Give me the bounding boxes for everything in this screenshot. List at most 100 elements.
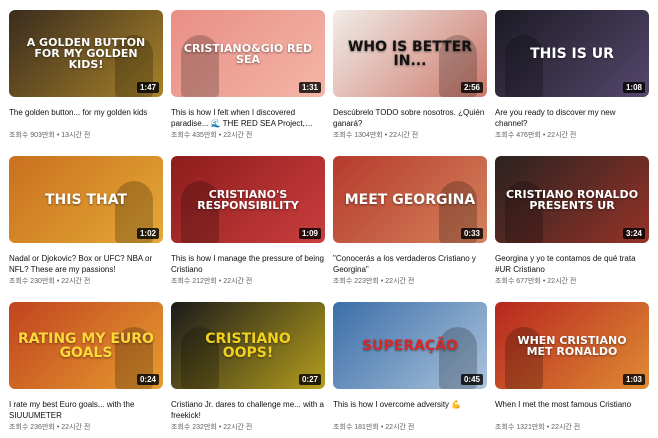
video-metadata: 조회수 677만회 • 22시간 전 [495, 277, 649, 286]
video-title[interactable]: This is how I felt when I discovered par… [171, 107, 325, 129]
duration-badge: 0:27 [298, 374, 321, 385]
video-thumbnail[interactable]: WHEN CRISTIANO MET RONALDO 1:03 [495, 302, 649, 389]
upload-age: 13시간 전 [61, 132, 91, 139]
video-metadata: 조회수 1304만회 • 22시간 전 [333, 131, 487, 140]
video-card[interactable]: CRISTIANO'S RESPONSIBILITY 1:09 This is ho… [171, 156, 325, 289]
video-metadata: 조회수 181만회 • 22시간 전 [333, 423, 487, 432]
upload-age: 22시간 전 [385, 278, 415, 285]
thumbnail-text: THIS IS UR [530, 45, 614, 62]
video-metadata: 조회수 236만회 • 22시간 전 [9, 423, 163, 432]
video-thumbnail[interactable]: A GOLDEN BUTTON FOR MY GOLDEN Kids! 1:47 [9, 10, 163, 97]
video-card[interactable]: RATING MY EURO GOALS 0:24 I rate my best E… [9, 302, 163, 435]
metadata-separator: • [218, 278, 222, 285]
video-title[interactable]: Nadal or Djokovic? Box or UFC? NBA or NF… [9, 253, 163, 275]
metadata-separator: • [542, 132, 546, 139]
view-count: 조회수 476만회 [495, 132, 541, 139]
duration-badge: 0:24 [136, 374, 159, 385]
upload-age: 22시간 전 [551, 424, 581, 431]
video-thumbnail[interactable]: RATING MY EURO GOALS 0:24 [9, 302, 163, 389]
metadata-separator: • [218, 424, 222, 431]
view-count: 조회수 223만회 [333, 278, 379, 285]
metadata-separator: • [56, 132, 60, 139]
upload-age: 22시간 전 [547, 132, 577, 139]
upload-age: 22시간 전 [385, 424, 415, 431]
video-title[interactable]: This is how I manage the pressure of bei… [171, 253, 325, 275]
duration-badge: 1:02 [136, 228, 159, 239]
video-metadata: 조회수 212만회 • 22시간 전 [171, 277, 325, 286]
upload-age: 22시간 전 [389, 132, 419, 139]
thumbnail-text: CRISTIANO'S RESPONSIBILITY [197, 187, 299, 212]
video-title[interactable]: When I met the most famous Cristiano [495, 399, 649, 421]
video-metadata: 조회수 232만회 • 22시간 전 [171, 423, 325, 432]
duration-badge: 2:56 [460, 82, 483, 93]
duration-badge: 1:09 [298, 228, 321, 239]
video-card[interactable]: CRISTIANO OOPS! 0:27 Cristiano Jr. dares t… [171, 302, 325, 435]
upload-age: 22시간 전 [61, 278, 91, 285]
upload-age: 22시간 전 [61, 424, 91, 431]
video-card[interactable]: SUPERAÇÃO 0:45 This is how I overcome adve… [333, 302, 487, 435]
video-thumbnail[interactable]: CRISTIANO RONALDO PRESENTS UR 3:24 [495, 156, 649, 243]
metadata-separator: • [546, 424, 550, 431]
video-card[interactable]: THIS THAT 1:02 Nadal or Djokovic? Box or U… [9, 156, 163, 289]
video-metadata: 조회수 435만회 • 22시간 전 [171, 131, 325, 140]
video-thumbnail[interactable]: THIS THAT 1:02 [9, 156, 163, 243]
video-thumbnail[interactable]: CRISTIANO&GIO RED SEA 1:31 [171, 10, 325, 97]
duration-badge: 1:47 [136, 82, 159, 93]
upload-age: 22시간 전 [547, 278, 577, 285]
duration-badge: 1:31 [298, 82, 321, 93]
view-count: 조회수 212만회 [171, 278, 217, 285]
metadata-separator: • [542, 278, 546, 285]
thumbnail-text: CRISTIANO RONALDO PRESENTS UR [505, 187, 639, 212]
duration-badge: 0:45 [460, 374, 483, 385]
video-thumbnail[interactable]: MEET GEORGINA 0:33 [333, 156, 487, 243]
metadata-separator: • [380, 278, 384, 285]
thumbnail-text: CRISTIANO&GIO RED SEA [183, 41, 313, 66]
view-count: 조회수 230만회 [9, 278, 55, 285]
metadata-separator: • [56, 278, 60, 285]
video-metadata: 조회수 476만회 • 22시간 전 [495, 131, 649, 140]
view-count: 조회수 903만회 [9, 132, 55, 139]
video-title[interactable]: Georgina y yo te contamos de qué trata #… [495, 253, 649, 275]
thumbnail-person-silhouette [505, 35, 543, 97]
view-count: 조회수 677만회 [495, 278, 541, 285]
metadata-separator: • [380, 424, 384, 431]
video-title[interactable]: This is how I overcome adversity 💪 [333, 399, 487, 421]
video-title[interactable]: I rate my best Euro goals... with the SI… [9, 399, 163, 421]
video-thumbnail[interactable]: THIS IS UR 1:08 [495, 10, 649, 97]
video-card[interactable]: CRISTIANO&GIO RED SEA 1:31 This is how I f… [171, 10, 325, 143]
video-thumbnail[interactable]: CRISTIANO'S RESPONSIBILITY 1:09 [171, 156, 325, 243]
thumbnail-text: CRISTIANO OOPS! [205, 330, 291, 361]
video-metadata: 조회수 223만회 • 22시간 전 [333, 277, 487, 286]
video-thumbnail[interactable]: CRISTIANO OOPS! 0:27 [171, 302, 325, 389]
video-card[interactable]: CRISTIANO RONALDO PRESENTS UR 3:24 Georgin… [495, 156, 649, 289]
video-title[interactable]: Are you ready to discover my new channel… [495, 107, 649, 129]
upload-age: 22시간 전 [223, 424, 253, 431]
duration-badge: 3:24 [622, 228, 645, 239]
video-card[interactable]: A GOLDEN BUTTON FOR MY GOLDEN Kids! 1:47 T… [9, 10, 163, 143]
view-count: 조회수 232만회 [171, 424, 217, 431]
video-thumbnail[interactable]: WHO IS BETTER IN... 2:56 [333, 10, 487, 97]
thumbnail-text: MEET GEORGINA [344, 191, 476, 208]
thumbnail-text: THIS THAT [45, 191, 127, 208]
thumbnail-text: WHEN CRISTIANO MET RONALDO [517, 333, 627, 358]
view-count: 조회수 236만회 [9, 424, 55, 431]
thumbnail-text: A GOLDEN BUTTON FOR MY GOLDEN Kids! [26, 36, 146, 71]
duration-badge: 1:03 [622, 374, 645, 385]
video-card[interactable]: WHO IS BETTER IN... 2:56 Descúbrelo TODO s… [333, 10, 487, 143]
video-title[interactable]: The golden button... for my golden kids [9, 107, 163, 129]
thumbnail-text: SUPERAÇÃO [362, 337, 458, 354]
video-card[interactable]: MEET GEORGINA 0:33 "Conocerás a los verdad… [333, 156, 487, 289]
video-metadata: 조회수 1321만회 • 22시간 전 [495, 423, 649, 432]
video-title[interactable]: Descúbrelo TODO sobre nosotros. ¿Quién g… [333, 107, 487, 129]
video-card[interactable]: THIS IS UR 1:08 Are you ready to discover … [495, 10, 649, 143]
metadata-separator: • [384, 132, 388, 139]
thumbnail-text: RATING MY EURO GOALS [18, 330, 154, 361]
view-count: 조회수 435만회 [171, 132, 217, 139]
video-metadata: 조회수 230만회 • 22시간 전 [9, 277, 163, 286]
video-thumbnail[interactable]: SUPERAÇÃO 0:45 [333, 302, 487, 389]
video-title[interactable]: "Conocerás a los verdaderos Cristiano y … [333, 253, 487, 275]
view-count: 조회수 1321만회 [495, 424, 545, 431]
metadata-separator: • [56, 424, 60, 431]
video-title[interactable]: Cristiano Jr. dares to challenge me... w… [171, 399, 325, 421]
video-card[interactable]: WHEN CRISTIANO MET RONALDO 1:03 When I met… [495, 302, 649, 435]
